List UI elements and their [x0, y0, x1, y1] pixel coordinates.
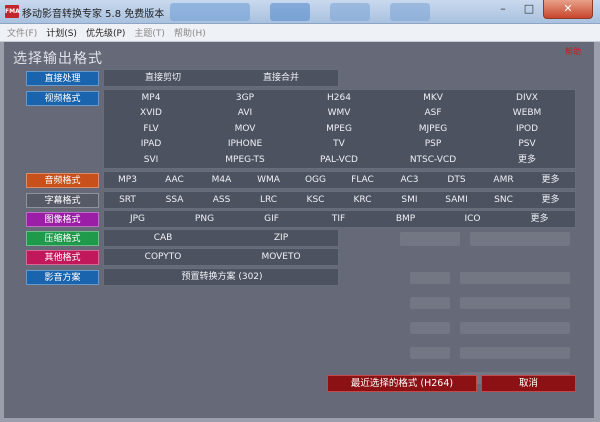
option-video-17[interactable]: TV: [292, 137, 386, 151]
preset-options-panel: 预置转换方案 (302): [103, 268, 339, 286]
option-audio-6[interactable]: AC3: [386, 173, 433, 187]
app-logo-icon: FMA: [5, 5, 20, 18]
option-audio-5[interactable]: FLAC: [339, 173, 386, 187]
title-bar: FMA 移动影音转换专家 5.8 免费版本 – □ ✕: [0, 0, 600, 24]
option-image-3[interactable]: TIF: [305, 212, 372, 226]
option-video-21[interactable]: MPEG-TS: [198, 153, 292, 167]
category-preset[interactable]: 影音方案: [26, 270, 99, 285]
background-app-tab: [390, 3, 430, 21]
close-button[interactable]: ✕: [543, 0, 593, 19]
dialog-heading: 选择输出格式: [13, 51, 103, 67]
option-image-2[interactable]: GIF: [238, 212, 305, 226]
option-moveto[interactable]: MOVETO: [227, 250, 335, 264]
option-video-3[interactable]: MKV: [386, 91, 480, 105]
option-subtitle-5[interactable]: KRC: [339, 193, 386, 207]
option-subtitle-7[interactable]: SAMI: [433, 193, 480, 207]
recent-format-button[interactable]: 最近选择的格式 (H264): [327, 375, 477, 392]
option-video-19[interactable]: PSV: [480, 137, 574, 151]
option-video-2[interactable]: H264: [292, 91, 386, 105]
option-video-10[interactable]: FLV: [104, 122, 198, 136]
background-app-tab: [270, 3, 310, 21]
option-video-15[interactable]: IPAD: [104, 137, 198, 151]
option-video-6[interactable]: AVI: [198, 106, 292, 120]
compress-options-panel: CAB ZIP: [103, 229, 339, 247]
minimize-button[interactable]: –: [490, 0, 516, 19]
option-video-7[interactable]: WMV: [292, 106, 386, 120]
option-audio-8[interactable]: AMR: [480, 173, 527, 187]
direct-options-panel: 直接剪切 直接合并: [103, 69, 339, 87]
option-audio-4[interactable]: OGG: [292, 173, 339, 187]
cancel-button[interactable]: 取消: [481, 375, 576, 392]
option-video-13[interactable]: MJPEG: [386, 122, 480, 136]
option-video-0[interactable]: MP4: [104, 91, 198, 105]
category-video[interactable]: 视频格式: [26, 91, 99, 106]
subtitle-options-panel: SRT SSA ASS LRC KSC KRC SMI SAMI SNC 更多: [103, 191, 576, 209]
option-subtitle-1[interactable]: SSA: [151, 193, 198, 207]
menu-help[interactable]: 帮助(H): [174, 26, 206, 39]
option-subtitle-8[interactable]: SNC: [480, 193, 527, 207]
menu-file[interactable]: 文件(F): [7, 26, 37, 39]
option-cab[interactable]: CAB: [109, 231, 217, 245]
category-subtitle[interactable]: 字幕格式: [26, 193, 99, 208]
option-image-5[interactable]: ICO: [439, 212, 506, 226]
option-subtitle-4[interactable]: KSC: [292, 193, 339, 207]
option-video-1[interactable]: 3GP: [198, 91, 292, 105]
category-compress[interactable]: 压缩格式: [26, 231, 99, 246]
option-copyto[interactable]: COPYTO: [109, 250, 217, 264]
option-image-0[interactable]: JPG: [104, 212, 171, 226]
option-video-18[interactable]: PSP: [386, 137, 480, 151]
option-audio-7[interactable]: DTS: [433, 173, 480, 187]
option-direct-cut[interactable]: 直接剪切: [109, 71, 217, 85]
option-audio-0[interactable]: MP3: [104, 173, 151, 187]
option-subtitle-2[interactable]: ASS: [198, 193, 245, 207]
option-video-23[interactable]: NTSC-VCD: [386, 153, 480, 167]
menu-theme[interactable]: 主题(T): [134, 26, 165, 39]
window-title: 移动影音转换专家 5.8 免费版本: [22, 9, 165, 20]
background-app-tab: [170, 3, 250, 21]
menu-schedule[interactable]: 计划(S): [46, 26, 77, 39]
option-video-12[interactable]: MPEG: [292, 122, 386, 136]
option-video-9[interactable]: WEBM: [480, 106, 574, 120]
option-video-24[interactable]: 更多: [480, 153, 574, 167]
option-audio-1[interactable]: AAC: [151, 173, 198, 187]
option-image-1[interactable]: PNG: [171, 212, 238, 226]
option-zip[interactable]: ZIP: [227, 231, 335, 245]
option-audio-2[interactable]: M4A: [198, 173, 245, 187]
other-options-panel: COPYTO MOVETO: [103, 248, 339, 266]
option-audio-9[interactable]: 更多: [527, 173, 574, 187]
option-video-11[interactable]: MOV: [198, 122, 292, 136]
audio-options-panel: MP3 AAC M4A WMA OGG FLAC AC3 DTS AMR 更多: [103, 171, 576, 189]
background-app-tab: [330, 3, 370, 21]
option-image-4[interactable]: BMP: [372, 212, 439, 226]
category-direct[interactable]: 直接处理: [26, 71, 99, 86]
option-video-16[interactable]: IPHONE: [198, 137, 292, 151]
option-subtitle-0[interactable]: SRT: [104, 193, 151, 207]
category-other[interactable]: 其他格式: [26, 250, 99, 265]
image-options-panel: JPG PNG GIF TIF BMP ICO 更多: [103, 210, 576, 228]
option-preset-schemes[interactable]: 预置转换方案 (302): [109, 270, 335, 284]
option-video-5[interactable]: XVID: [104, 106, 198, 120]
option-subtitle-9[interactable]: 更多: [527, 193, 574, 207]
option-video-8[interactable]: ASF: [386, 106, 480, 120]
option-video-4[interactable]: DIVX: [480, 91, 574, 105]
option-subtitle-6[interactable]: SMI: [386, 193, 433, 207]
menu-priority[interactable]: 优先级(P): [86, 26, 125, 39]
video-options-panel: MP4 3GP H264 MKV DIVX XVID AVI WMV ASF WEBM FLV MOV…: [103, 89, 576, 169]
option-subtitle-3[interactable]: LRC: [245, 193, 292, 207]
option-video-20[interactable]: SVI: [104, 153, 198, 167]
option-video-22[interactable]: PAL-VCD: [292, 153, 386, 167]
help-link[interactable]: 帮助: [565, 46, 581, 57]
option-direct-merge[interactable]: 直接合并: [227, 71, 335, 85]
category-audio[interactable]: 音频格式: [26, 173, 99, 188]
maximize-button[interactable]: □: [516, 0, 542, 19]
menu-bar: 文件(F) 计划(S) 优先级(P) 主题(T) 帮助(H): [0, 24, 600, 42]
category-image[interactable]: 图像格式: [26, 212, 99, 227]
option-audio-3[interactable]: WMA: [245, 173, 292, 187]
option-video-14[interactable]: IPOD: [480, 122, 574, 136]
option-image-6[interactable]: 更多: [506, 212, 573, 226]
